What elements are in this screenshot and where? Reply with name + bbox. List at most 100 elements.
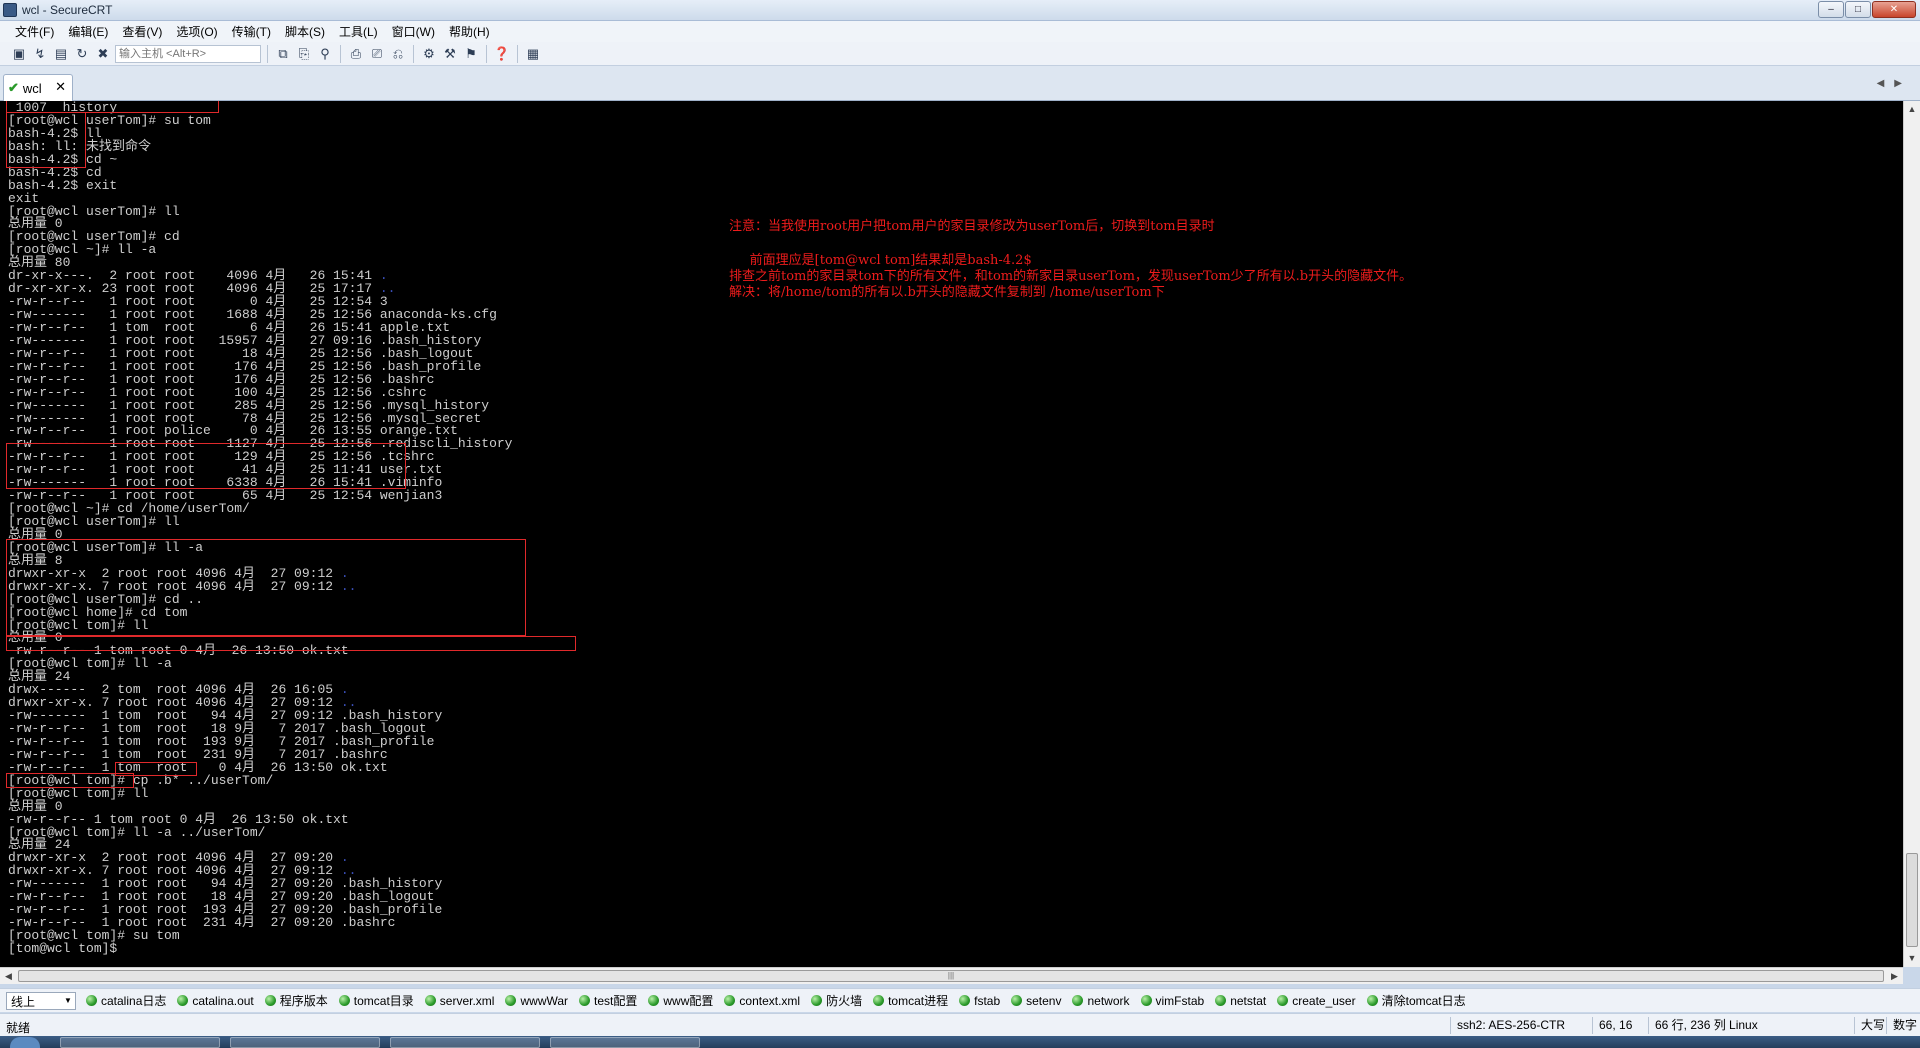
menu-edit[interactable]: 编辑(E) bbox=[63, 23, 117, 40]
quick-button[interactable]: server.xml bbox=[424, 993, 495, 1008]
terminal-vertical-scrollbar[interactable]: ▲ ▼ bbox=[1903, 101, 1920, 967]
scroll-down-arrow-icon[interactable]: ▼ bbox=[1904, 950, 1920, 967]
menu-view[interactable]: 查看(V) bbox=[117, 23, 171, 40]
paste-icon[interactable]: ⎘ bbox=[295, 45, 313, 63]
quick-button-label: tomcat进程 bbox=[888, 994, 949, 1008]
status-capslock: 大写 bbox=[1854, 1017, 1885, 1034]
quick-button-label: www配置 bbox=[663, 994, 714, 1008]
keymap-icon[interactable]: ⚑ bbox=[462, 45, 480, 63]
taskbar-item[interactable] bbox=[230, 1037, 380, 1048]
maximize-button[interactable]: □ bbox=[1845, 1, 1871, 18]
quick-button-label: catalina日志 bbox=[101, 994, 167, 1008]
quick-button[interactable]: fstab bbox=[959, 994, 1000, 1008]
connect-icon[interactable]: ▣ bbox=[10, 45, 28, 63]
minimize-button[interactable]: – bbox=[1818, 1, 1844, 18]
status-cursor-position: 66, 16 bbox=[1592, 1017, 1632, 1034]
button-bar-buttons: catalina日志 catalina.out 程序版本 tomcat目录 server… bbox=[86, 992, 1477, 1009]
highlight-box bbox=[6, 443, 406, 489]
quick-button[interactable]: wwwWar bbox=[505, 994, 568, 1008]
quick-button[interactable]: tomcat进程 bbox=[873, 992, 948, 1009]
green-button-icon bbox=[1140, 995, 1152, 1006]
quick-button[interactable]: test配置 bbox=[579, 992, 637, 1009]
terminal-line: [root@wcl ~]# ll -a bbox=[8, 242, 157, 258]
quick-button-label: netstat bbox=[1230, 993, 1267, 1008]
quick-button[interactable]: tomcat目录 bbox=[338, 992, 414, 1009]
scroll-thumb[interactable] bbox=[1906, 853, 1918, 947]
quick-button[interactable]: 程序版本 bbox=[264, 992, 328, 1009]
tab-scroll-arrows-icon[interactable]: ◀▶ bbox=[1877, 78, 1912, 89]
print-icon[interactable]: ⎙ bbox=[347, 45, 365, 63]
terminal-line: -rw-r--r-- 1 root root 176 4月 25 12:56 .… bbox=[8, 358, 482, 374]
menu-tools[interactable]: 工具(L) bbox=[334, 23, 387, 40]
menu-window[interactable]: 窗口(W) bbox=[387, 23, 444, 40]
taskbar-item[interactable] bbox=[390, 1037, 540, 1048]
menu-file[interactable]: 文件(F) bbox=[10, 23, 63, 40]
toolbar-separator bbox=[517, 44, 518, 63]
quick-button[interactable]: context.xml bbox=[724, 994, 800, 1008]
help-icon[interactable]: ❓ bbox=[493, 45, 511, 63]
quick-button[interactable]: vimFstab bbox=[1140, 994, 1204, 1008]
quick-button-label: server.xml bbox=[439, 993, 495, 1008]
scroll-left-arrow-icon[interactable]: ◀ bbox=[0, 968, 17, 984]
menu-transfer[interactable]: 传输(T) bbox=[227, 23, 280, 40]
terminal-horizontal-scrollbar[interactable]: ◀ ||| ▶ bbox=[0, 967, 1903, 984]
green-button-icon bbox=[177, 995, 189, 1006]
reconnect-icon[interactable]: ↻ bbox=[73, 45, 91, 63]
connect-tab-icon[interactable]: ▤ bbox=[52, 45, 70, 63]
close-tab-icon[interactable]: ✕ bbox=[55, 79, 66, 95]
toolbar-separator bbox=[340, 44, 341, 63]
quick-button-label: test配置 bbox=[594, 994, 638, 1008]
host-input[interactable] bbox=[115, 44, 261, 63]
terminal-line: -rw------- 1 root root 285 4月 25 12:56 .… bbox=[8, 397, 490, 413]
quick-connect-icon[interactable]: ↯ bbox=[31, 45, 49, 63]
quick-button[interactable]: network bbox=[1072, 994, 1130, 1008]
quick-button[interactable]: catalina.out bbox=[177, 994, 254, 1008]
menu-script[interactable]: 脚本(S) bbox=[280, 23, 334, 40]
sftp-icon[interactable]: ▦ bbox=[524, 45, 542, 63]
quick-button[interactable]: setenv bbox=[1011, 994, 1061, 1008]
green-button-icon bbox=[959, 995, 971, 1006]
toolbar-separator bbox=[413, 44, 414, 63]
taskbar-item[interactable] bbox=[60, 1037, 220, 1048]
green-button-icon bbox=[873, 995, 885, 1006]
green-button-icon bbox=[648, 995, 660, 1006]
find-icon[interactable]: ⚲ bbox=[316, 45, 334, 63]
button-bar-select[interactable]: 线上 ▼ bbox=[6, 991, 76, 1010]
menu-help[interactable]: 帮助(H) bbox=[444, 23, 499, 40]
scroll-right-arrow-icon[interactable]: ▶ bbox=[1886, 968, 1903, 984]
terminal-line: -rw-r--r-- 1 root root 18 4月 25 12:56 .b… bbox=[8, 345, 474, 361]
quick-button[interactable]: netstat bbox=[1215, 994, 1266, 1008]
disconnect-icon[interactable]: ✖ bbox=[94, 45, 112, 63]
taskbar-item[interactable] bbox=[550, 1037, 700, 1048]
green-button-icon bbox=[1366, 995, 1378, 1006]
quick-button-label: fstab bbox=[974, 993, 1001, 1008]
start-button-icon[interactable] bbox=[10, 1037, 40, 1048]
terminal-line: [root@wcl tom]# ll bbox=[8, 785, 149, 801]
terminal-screen[interactable]: 1007 history [root@wcl userTom]# su tom ba… bbox=[0, 101, 1903, 967]
terminal-line: [root@wcl userTom]# ll bbox=[8, 514, 180, 529]
terminal-line: [root@wcl tom]# su tom bbox=[8, 928, 180, 943]
global-options-icon[interactable]: ⚒ bbox=[441, 45, 459, 63]
scroll-thumb[interactable]: ||| bbox=[18, 970, 1884, 982]
quick-button[interactable]: catalina日志 bbox=[86, 992, 166, 1009]
quick-button-label: setenv bbox=[1026, 993, 1062, 1008]
quick-button[interactable]: 防火墙 bbox=[811, 992, 862, 1009]
button-bar: 线上 ▼ catalina日志 catalina.out 程序版本 tomcat目录 s… bbox=[0, 988, 1920, 1012]
tab-wcl[interactable]: ✔ wcl ✕ bbox=[3, 74, 73, 101]
session-options-icon[interactable]: ⚙ bbox=[420, 45, 438, 63]
green-button-icon bbox=[724, 995, 736, 1006]
quick-button-label: create_user bbox=[1292, 993, 1356, 1008]
menu-options[interactable]: 选项(O) bbox=[171, 23, 226, 40]
copy-icon[interactable]: ⧉ bbox=[274, 45, 292, 63]
quick-button[interactable]: 清除tomcat日志 bbox=[1366, 992, 1466, 1009]
print-selection-icon[interactable]: ⎚ bbox=[368, 45, 386, 63]
close-window-button[interactable]: ✕ bbox=[1872, 1, 1916, 18]
printer-icon[interactable]: ⎌ bbox=[389, 45, 407, 63]
status-numlock: 数字 bbox=[1886, 1017, 1917, 1034]
terminal-line: -rw-r--r-- 1 tom root 0 4月 26 13:50 ok.t… bbox=[8, 759, 388, 775]
securecrt-app-icon[interactable] bbox=[3, 3, 17, 17]
quick-button[interactable]: www配置 bbox=[648, 992, 713, 1009]
window-controls: – □ ✕ bbox=[1818, 1, 1916, 19]
scroll-up-arrow-icon[interactable]: ▲ bbox=[1904, 101, 1920, 118]
quick-button[interactable]: create_user bbox=[1277, 993, 1356, 1008]
